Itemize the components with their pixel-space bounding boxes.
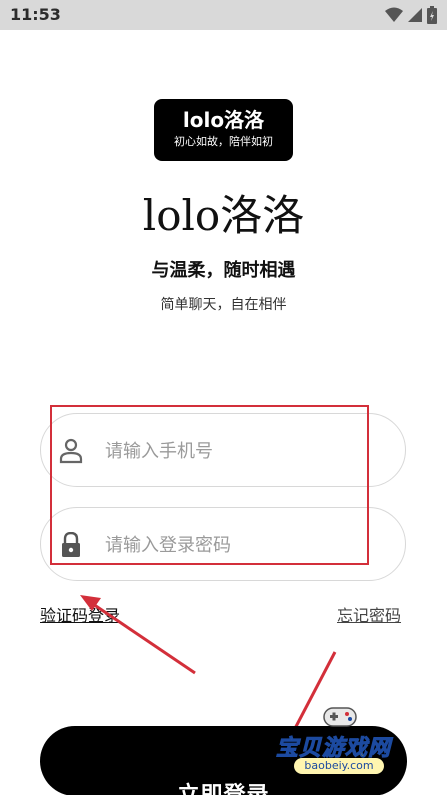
login-button[interactable]: 立即登录 xyxy=(40,726,407,795)
password-field[interactable] xyxy=(40,507,406,581)
app-name: lolo洛洛 xyxy=(142,191,305,240)
lock-icon xyxy=(62,532,80,557)
password-input[interactable] xyxy=(105,526,385,564)
user-icon xyxy=(59,438,83,464)
logo-subtitle: 初心如故，陪伴如初 xyxy=(174,135,273,148)
status-time: 11:53 xyxy=(10,5,61,24)
status-icons xyxy=(385,6,437,24)
phone-field[interactable] xyxy=(40,413,406,487)
signal-icon xyxy=(408,8,422,22)
code-login-link[interactable]: 验证码登录 xyxy=(40,605,120,627)
sub-tagline: 简单聊天，自在相伴 xyxy=(160,297,287,313)
phone-input[interactable] xyxy=(105,432,385,470)
tagline: 与温柔，随时相遇 xyxy=(151,260,296,281)
wifi-icon xyxy=(385,7,403,22)
status-bar: 11:53 xyxy=(0,0,447,30)
login-button-label: 立即登录 xyxy=(40,761,407,795)
battery-charging-icon xyxy=(427,6,437,24)
app-logo: lolo洛洛 初心如故，陪伴如初 xyxy=(154,99,293,161)
forgot-password-link[interactable]: 忘记密码 xyxy=(337,605,401,627)
logo-title: lolo洛洛 xyxy=(182,108,265,132)
